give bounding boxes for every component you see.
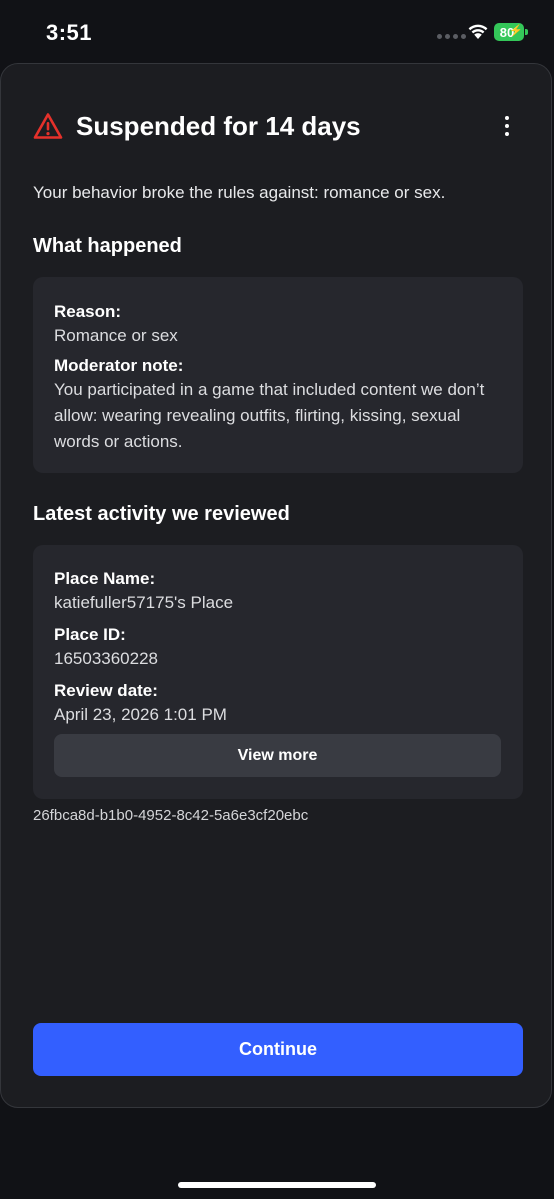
place-id-label: Place ID: xyxy=(54,625,126,644)
moderator-note-label: Moderator note: xyxy=(54,356,184,375)
sheet-header: Suspended for 14 days xyxy=(33,108,523,144)
reason-label: Reason: xyxy=(54,302,122,321)
cellular-signal-icon xyxy=(437,34,466,39)
latest-activity-card: Place Name: katiefuller57175's Place Pla… xyxy=(33,545,523,799)
place-name-value: katiefuller57175's Place xyxy=(54,593,234,612)
view-more-button[interactable]: View more xyxy=(54,734,501,777)
review-date-label: Review date: xyxy=(54,681,158,700)
status-time: 3:51 xyxy=(46,20,93,45)
review-date-value: April 23, 2026 1:01 PM xyxy=(54,705,227,724)
what-happened-heading: What happened xyxy=(33,235,182,257)
status-bar: 3:51 80 ⚡ xyxy=(0,0,554,64)
place-name-label: Place Name: xyxy=(54,569,156,588)
what-happened-card: Reason: Romance or sex Moderator note: Y… xyxy=(33,277,523,473)
reason-value: Romance or sex xyxy=(54,326,178,345)
battery-tip xyxy=(525,29,528,35)
home-indicator[interactable] xyxy=(178,1182,376,1188)
suspension-sheet: Suspended for 14 days Your behavior brok… xyxy=(0,63,552,1108)
page-title: Suspended for 14 days xyxy=(76,110,361,141)
place-id-value: 16503360228 xyxy=(54,649,159,668)
warning-triangle-icon xyxy=(33,113,63,139)
latest-activity-heading: Latest activity we reviewed xyxy=(33,503,290,525)
more-vertical-icon[interactable] xyxy=(495,114,519,138)
charging-bolt-icon: ⚡ xyxy=(509,25,523,37)
intro-text: Your behavior broke the rules against: r… xyxy=(33,183,446,202)
reference-id: 26fbca8d-b1b0-4952-8c42-5a6e3cf20ebc xyxy=(33,807,309,824)
battery-icon: 80 ⚡ xyxy=(494,23,524,41)
continue-button[interactable]: Continue xyxy=(33,1023,523,1076)
moderator-note-value: You participated in a game that included… xyxy=(54,380,485,451)
wifi-icon xyxy=(468,24,488,39)
